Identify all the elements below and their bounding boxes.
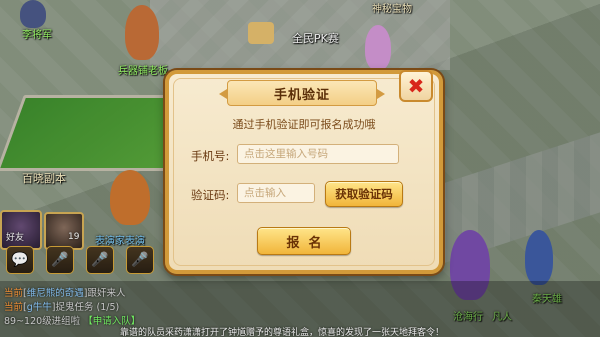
title-ornament-left xyxy=(219,89,227,99)
submit-register-button[interactable]: 报 名 xyxy=(257,227,351,255)
phone-input[interactable] xyxy=(237,144,399,164)
phone-label: 手机号: xyxy=(191,149,230,163)
close-button[interactable]: ✖ xyxy=(399,70,433,102)
code-input[interactable] xyxy=(237,183,315,203)
dialog-title: 手机验证 xyxy=(273,87,330,103)
title-ornament-right xyxy=(377,89,385,99)
dialog-title-bar: 手机验证 xyxy=(219,80,385,106)
dialog-subtitle: 通过手机验证即可报名成功哦 xyxy=(232,118,376,131)
close-icon: ✖ xyxy=(407,74,425,98)
get-code-button[interactable]: 获取验证码 xyxy=(325,181,403,207)
submit-label: 报 名 xyxy=(286,235,322,251)
code-label: 验证码: xyxy=(191,188,230,202)
get-code-label: 获取验证码 xyxy=(335,187,393,201)
phone-verify-dialog: 手机验证 ✖ 通过手机验证即可报名成功哦 手机号: 验证码: 获取验证码 报 名 xyxy=(165,70,443,274)
